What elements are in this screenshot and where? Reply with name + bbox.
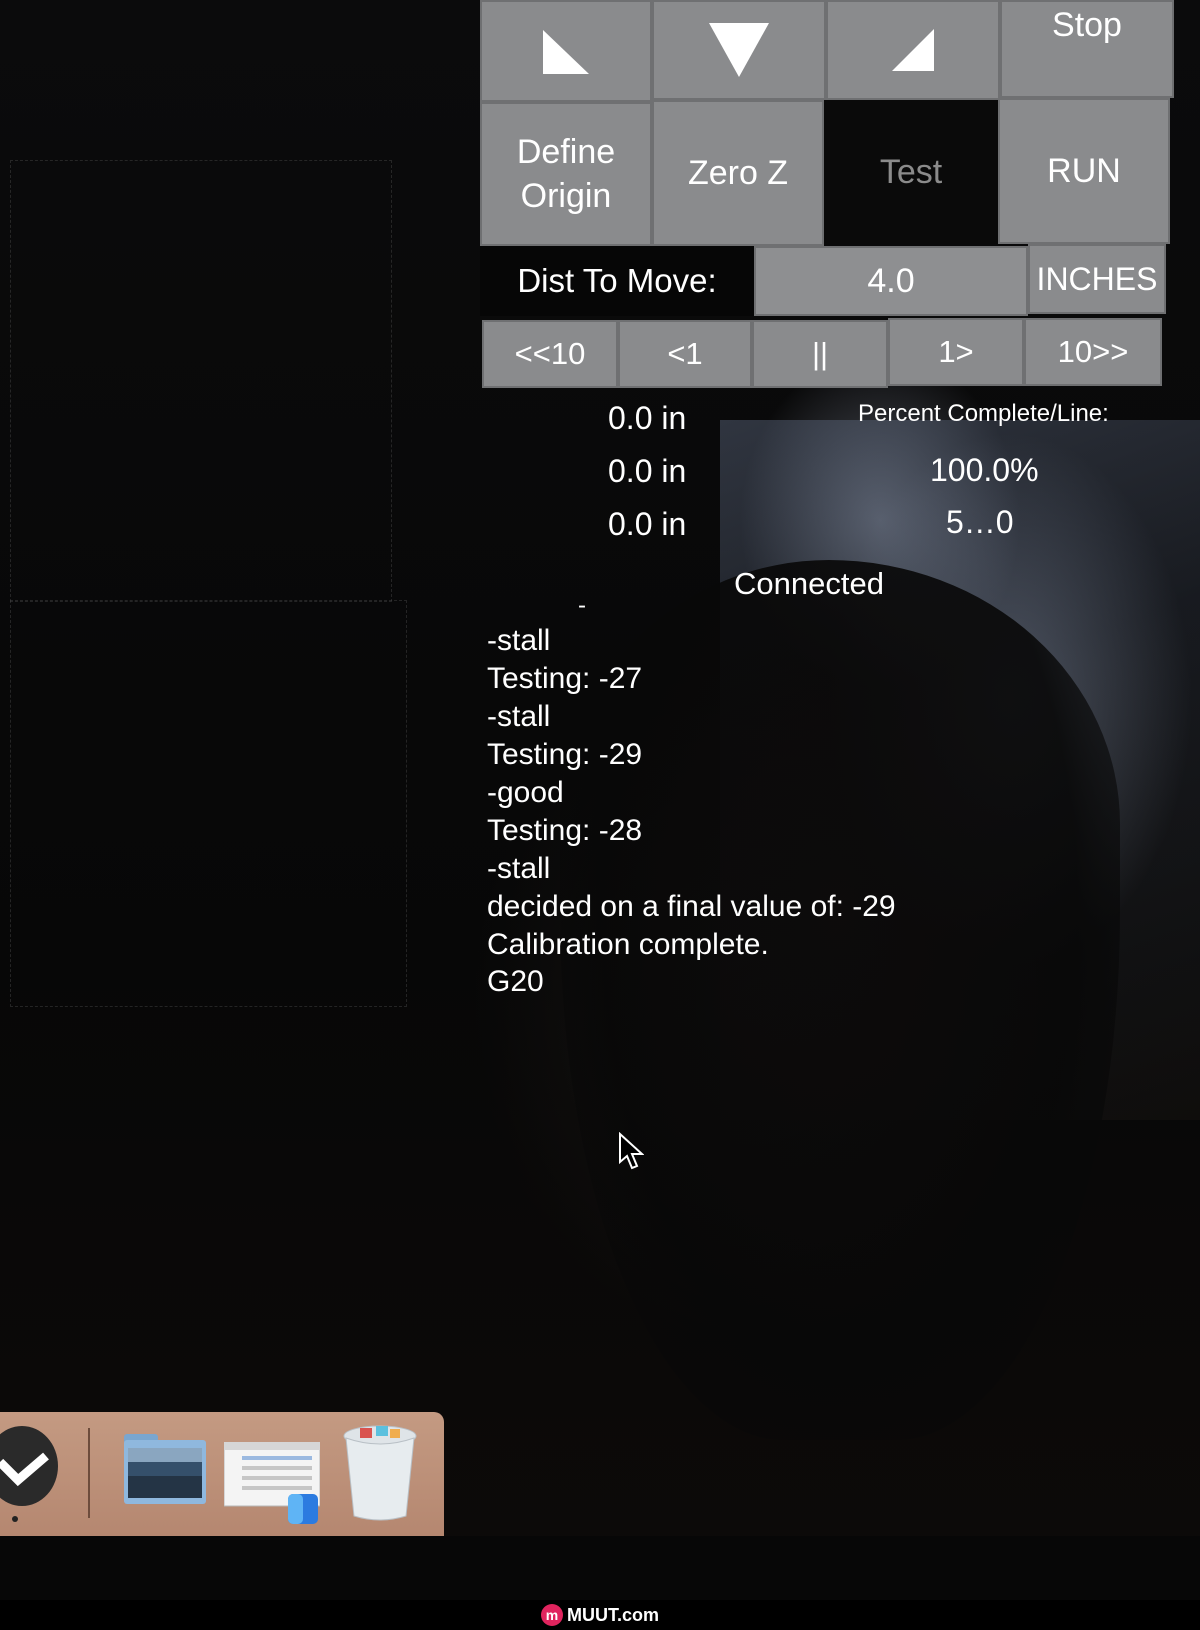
arrow-down-icon bbox=[709, 23, 769, 77]
units-label: INCHES bbox=[1036, 260, 1158, 297]
console-line: decided on a final value of: -29 bbox=[487, 890, 896, 923]
console-partial-line: - bbox=[578, 592, 586, 619]
y-position-readout: 0.0 in bbox=[608, 453, 687, 489]
window-icon bbox=[223, 1441, 321, 1524]
checkmark-icon bbox=[0, 1452, 49, 1487]
muut-logo-icon: m bbox=[540, 1604, 563, 1626]
watermark-text: MUUT.com bbox=[566, 1604, 659, 1625]
trash-can-icon bbox=[343, 1425, 417, 1521]
forward-1-label: 1> bbox=[938, 334, 974, 369]
console-line: -good bbox=[487, 776, 564, 809]
stop-button-label: Stop bbox=[1052, 6, 1122, 44]
x-position-readout: 0.0 in bbox=[608, 400, 687, 436]
canvas-grid-box bbox=[10, 160, 392, 602]
console-line: Testing: -27 bbox=[487, 662, 643, 695]
pause-label: || bbox=[811, 336, 829, 371]
stop-button[interactable]: Stop bbox=[1000, 0, 1174, 98]
forward-10-lines-button[interactable]: 10>> bbox=[1024, 318, 1162, 386]
screen-bezel-bottom bbox=[0, 1536, 1200, 1600]
person-reflection bbox=[560, 560, 1120, 1440]
dock bbox=[0, 1412, 444, 1536]
percent-complete-value: 100.0% bbox=[930, 452, 1039, 488]
z-position-readout: 0.0 in bbox=[608, 506, 687, 542]
run-button[interactable]: RUN bbox=[998, 98, 1170, 244]
jog-down-right-button[interactable] bbox=[826, 0, 1000, 100]
forward-1-line-button[interactable]: 1> bbox=[888, 318, 1024, 386]
folder-icon bbox=[124, 1434, 206, 1504]
connection-status: Connected bbox=[734, 566, 884, 601]
console-line: G20 bbox=[487, 965, 544, 998]
photo-folder-icon[interactable] bbox=[122, 1430, 208, 1506]
back-1-line-button[interactable]: <1 bbox=[618, 320, 752, 388]
forward-10-label: 10>> bbox=[1057, 334, 1129, 369]
dock-running-indicator bbox=[12, 1516, 18, 1522]
zero-z-label: Zero Z bbox=[687, 153, 789, 192]
back-10-lines-button[interactable]: <<10 bbox=[482, 320, 618, 388]
canvas-grid-box-lower bbox=[10, 600, 407, 1007]
console-line: -stall bbox=[487, 700, 551, 733]
trash-icon[interactable] bbox=[342, 1424, 418, 1522]
console-line: -stall bbox=[487, 852, 551, 885]
percent-complete-label: Percent Complete/Line: bbox=[858, 400, 1109, 427]
console-line: Calibration complete. bbox=[487, 928, 769, 961]
define-origin-button[interactable]: Define Origin bbox=[480, 102, 652, 246]
dist-to-move-label: Dist To Move: bbox=[480, 246, 754, 316]
console-line: Testing: -28 bbox=[487, 814, 643, 847]
dist-to-move-input[interactable]: 4.0 bbox=[754, 246, 1028, 316]
zero-z-button[interactable]: Zero Z bbox=[652, 100, 824, 246]
jog-down-button[interactable] bbox=[652, 0, 826, 100]
screen-photo: Stop Define Origin Zero Z Test RUN Dist … bbox=[0, 0, 1200, 1600]
pause-button[interactable]: || bbox=[752, 320, 888, 388]
current-line-value: 5…0 bbox=[946, 504, 1014, 540]
dock-divider bbox=[88, 1428, 90, 1518]
test-label: Test bbox=[879, 152, 943, 191]
watermark-bar: m MUUT.com bbox=[0, 1600, 1200, 1630]
console-line: Testing: -29 bbox=[487, 738, 643, 771]
arrow-down-right-icon bbox=[892, 29, 934, 71]
back-1-label: <1 bbox=[667, 336, 703, 371]
mouse-pointer-icon bbox=[619, 1132, 644, 1170]
app-icon[interactable] bbox=[0, 1426, 58, 1506]
screenshot-thumbnail-icon[interactable] bbox=[223, 1441, 321, 1524]
back-10-label: <<10 bbox=[514, 336, 586, 371]
define-origin-label: Define Origin bbox=[516, 133, 616, 215]
jog-down-left-button[interactable] bbox=[480, 0, 652, 102]
console-line: -stall bbox=[487, 624, 551, 657]
test-button[interactable]: Test bbox=[824, 100, 998, 244]
arrow-down-left-icon bbox=[543, 30, 589, 74]
run-label: RUN bbox=[1047, 151, 1121, 190]
units-toggle-button[interactable]: INCHES bbox=[1028, 244, 1166, 314]
dist-to-move-value: 4.0 bbox=[867, 261, 915, 300]
